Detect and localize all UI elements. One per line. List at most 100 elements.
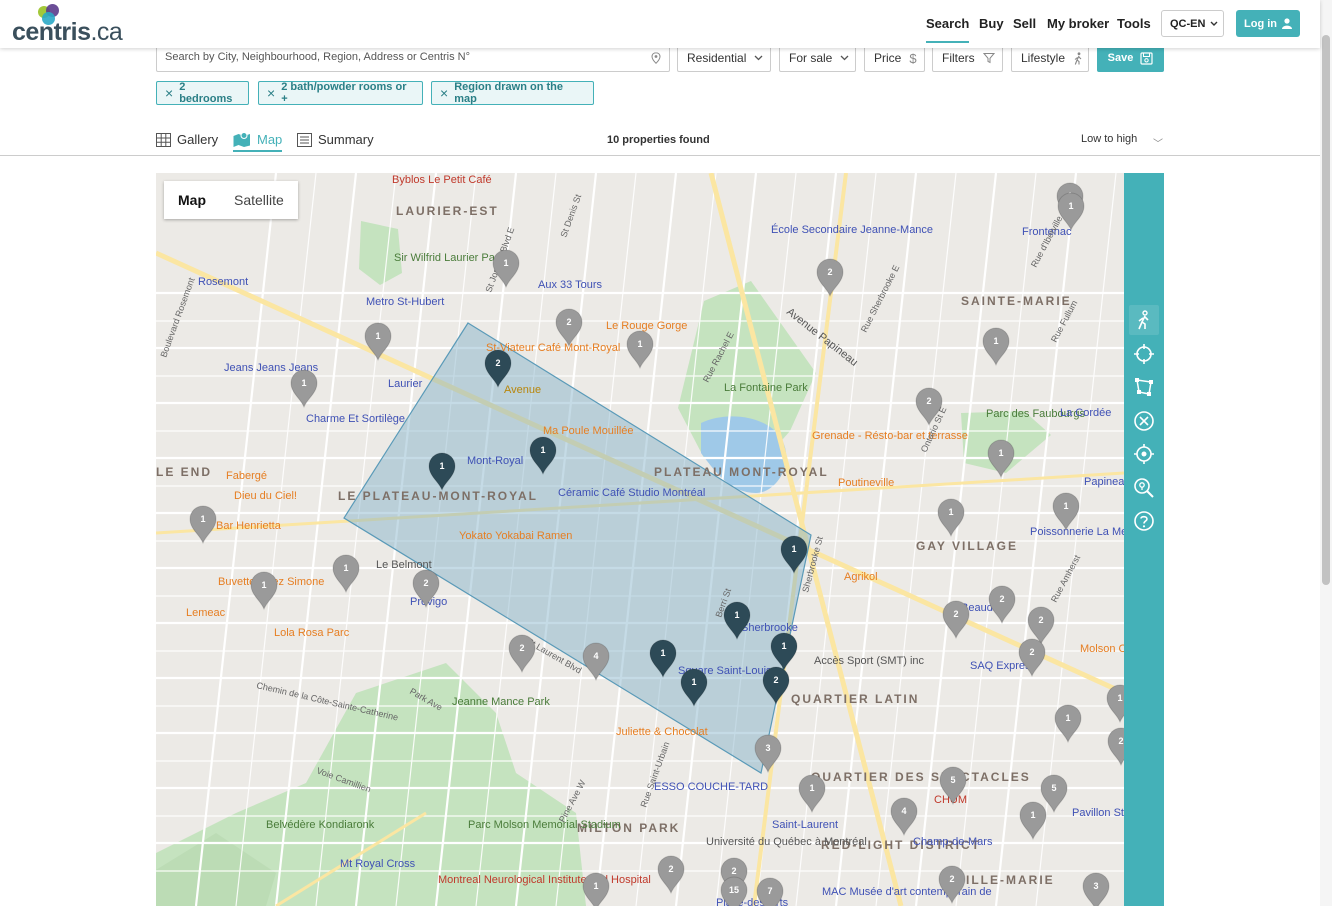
map-canvas[interactable]: LAURIER-EST SAINTE-MARIE LE PLATEAU-MONT… [156, 173, 1124, 906]
property-marker[interactable]: 2 [942, 600, 970, 640]
list-icon [297, 132, 312, 147]
property-marker[interactable]: 1 [1054, 704, 1082, 744]
property-marker[interactable]: 2 [816, 258, 844, 298]
property-marker[interactable]: 2 [508, 634, 536, 674]
marker-count: 1 [1068, 201, 1073, 211]
property-marker[interactable]: 1 [1019, 801, 1047, 841]
chip-region[interactable]: × Region drawn on the map [431, 81, 594, 105]
clear-region-button[interactable] [1129, 406, 1159, 436]
nav-search[interactable]: Search [926, 16, 970, 43]
property-marker[interactable]: 1 [250, 571, 278, 611]
property-marker[interactable]: 5 [1040, 774, 1068, 814]
transaction-dropdown[interactable]: For sale [779, 44, 856, 72]
close-icon[interactable]: × [267, 85, 275, 101]
property-marker[interactable]: 3 [1082, 872, 1110, 906]
property-marker[interactable]: 2 [657, 855, 685, 895]
property-marker[interactable]: 1 [364, 322, 392, 362]
centris-logo[interactable]: centris.ca [12, 4, 123, 46]
search-input[interactable]: Search by City, Neighbourhood, Region, A… [156, 44, 670, 72]
tab-map[interactable]: Map [233, 132, 283, 152]
marker-count: 1 [593, 881, 598, 891]
filters-button[interactable]: Filters [932, 44, 1003, 72]
map-markers[interactable]: 1112121121111112242222113155412322157121… [156, 173, 1124, 906]
property-marker[interactable]: 1 [626, 330, 654, 370]
price-filter-button[interactable]: Price $ [864, 44, 925, 72]
selected-property-marker[interactable]: 1 [723, 601, 751, 641]
property-marker[interactable]: 1 [1052, 492, 1080, 532]
walk-score-button[interactable] [1129, 305, 1159, 335]
selected-property-marker[interactable]: 1 [428, 452, 456, 492]
marker-count: 1 [993, 336, 998, 346]
selected-property-marker[interactable]: 1 [529, 436, 557, 476]
property-marker[interactable]: 3 [754, 734, 782, 774]
property-marker[interactable]: 1 [1106, 684, 1124, 724]
marker-count: 1 [540, 445, 545, 455]
property-marker[interactable]: 2 [412, 569, 440, 609]
property-marker[interactable]: 2 [938, 865, 966, 905]
language-label: QC-EN [1170, 17, 1206, 30]
selected-property-marker[interactable]: 1 [649, 639, 677, 679]
login-button[interactable]: Log in [1236, 10, 1300, 37]
property-marker[interactable]: 2 [988, 585, 1016, 625]
property-marker[interactable]: 2 [1027, 606, 1055, 646]
property-marker[interactable]: 2 [555, 308, 583, 348]
property-marker[interactable]: 1 [1057, 192, 1085, 232]
property-marker[interactable]: 1 [937, 498, 965, 538]
crosshair-button[interactable] [1129, 339, 1159, 369]
lifestyle-button[interactable]: Lifestyle [1011, 44, 1089, 72]
marker-count: 1 [375, 331, 380, 341]
selected-property-marker[interactable]: 2 [762, 666, 790, 706]
property-marker[interactable]: 1 [332, 554, 360, 594]
locate-me-button[interactable] [1129, 439, 1159, 469]
marker-count: 1 [503, 258, 508, 268]
selected-property-marker[interactable]: 1 [780, 535, 808, 575]
chevron-down-icon [840, 55, 849, 61]
property-marker[interactable]: 1 [492, 249, 520, 289]
draw-region-button[interactable] [1129, 372, 1159, 402]
search-map-button[interactable] [1129, 473, 1159, 503]
close-icon[interactable]: × [440, 85, 448, 101]
marker-count: 7 [767, 886, 772, 896]
property-marker[interactable]: 2 [915, 387, 943, 427]
top-header: centris.ca Search Buy Sell My broker Too… [0, 0, 1320, 48]
grid-icon [156, 132, 171, 147]
property-marker[interactable]: 2 [1107, 727, 1124, 767]
property-marker[interactable]: 15 [720, 876, 748, 906]
language-selector[interactable]: QC-EN [1161, 10, 1224, 37]
tab-gallery[interactable]: Gallery [156, 132, 218, 147]
property-marker[interactable]: 1 [189, 505, 217, 545]
chip-bedrooms[interactable]: × 2 bedrooms [156, 81, 249, 105]
sort-dropdown[interactable]: Low to high ﹀ [1081, 133, 1163, 150]
chip-bathrooms[interactable]: × 2 bath/powder rooms or + [258, 81, 423, 105]
save-search-button[interactable]: Save [1097, 44, 1164, 72]
property-marker[interactable]: 1 [798, 774, 826, 814]
funnel-icon [982, 53, 995, 64]
property-marker[interactable]: 7 [756, 877, 784, 906]
property-marker[interactable]: 1 [982, 327, 1010, 367]
property-type-dropdown[interactable]: Residential [677, 44, 771, 72]
property-marker[interactable]: 4 [890, 797, 918, 837]
selected-property-marker[interactable]: 2 [484, 349, 512, 389]
map-type-satellite[interactable]: Satellite [220, 181, 298, 219]
map-type-map[interactable]: Map [164, 181, 220, 219]
nav-tools[interactable]: Tools [1117, 16, 1151, 31]
property-marker[interactable]: 4 [582, 642, 610, 682]
property-marker[interactable]: 1 [987, 439, 1015, 479]
close-icon[interactable]: × [165, 85, 173, 101]
page-scrollbar[interactable] [1320, 0, 1332, 906]
property-marker[interactable]: 5 [939, 766, 967, 806]
property-marker[interactable]: 1 [290, 369, 318, 409]
nav-sell[interactable]: Sell [1013, 16, 1036, 31]
nav-buy[interactable]: Buy [979, 16, 1004, 31]
marker-count: 5 [950, 775, 955, 785]
marker-count: 1 [781, 641, 786, 651]
selected-property-marker[interactable]: 1 [770, 632, 798, 672]
property-marker[interactable]: 2 [1018, 638, 1046, 678]
tab-summary[interactable]: Summary [297, 132, 374, 147]
property-marker[interactable]: 1 [582, 872, 610, 906]
scrollbar-thumb[interactable] [1322, 35, 1330, 585]
help-button[interactable] [1129, 506, 1159, 536]
nav-my-broker[interactable]: My broker [1047, 16, 1109, 31]
map-icon [233, 132, 250, 147]
selected-property-marker[interactable]: 1 [680, 668, 708, 708]
